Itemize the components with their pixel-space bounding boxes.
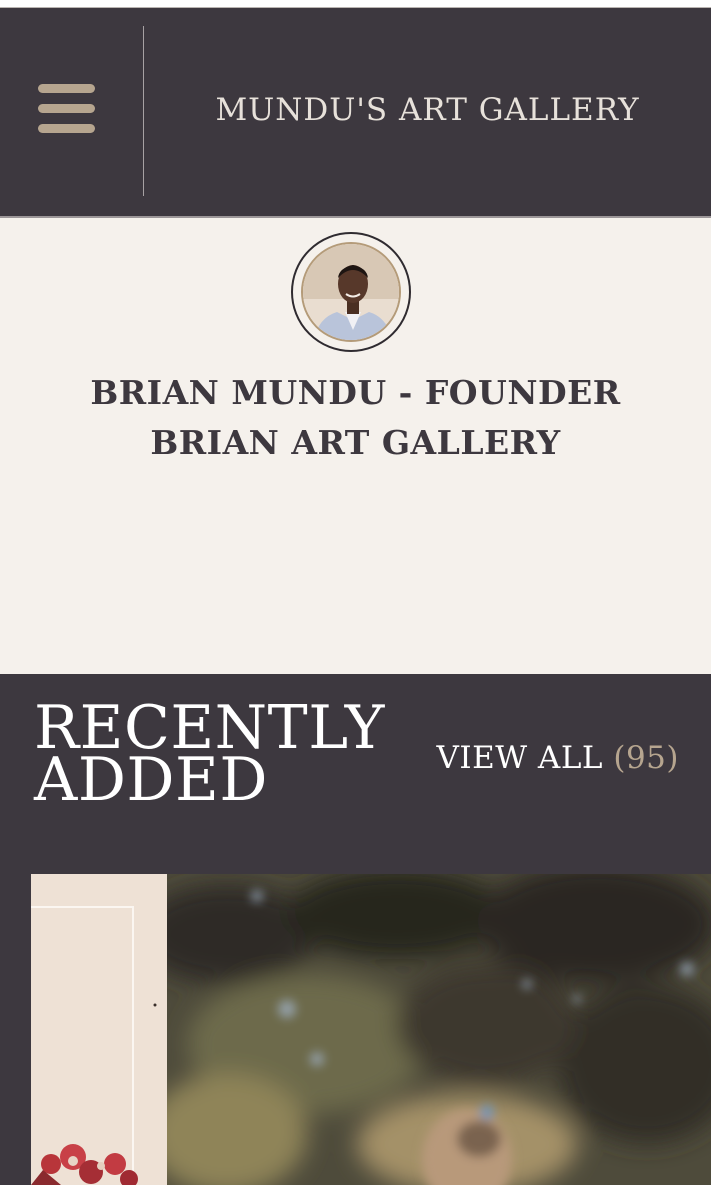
- avatar-image: [303, 244, 399, 340]
- menu-bar: [38, 104, 95, 113]
- founder-name: BRIAN MUNDU - FOUNDER: [90, 373, 621, 412]
- recently-added-section: RECENTLY ADDED VIEW ALL (95): [0, 674, 711, 1185]
- hamburger-menu-icon[interactable]: [38, 84, 96, 134]
- artwork-image: [167, 874, 711, 1185]
- section-title-line2: ADDED: [34, 745, 268, 815]
- browser-top-strip: [0, 0, 711, 8]
- site-header: MUNDU'S ART GALLERY: [0, 8, 711, 218]
- menu-bar: [38, 124, 95, 133]
- artwork-card[interactable]: [31, 874, 167, 1185]
- site-title[interactable]: MUNDU'S ART GALLERY: [190, 92, 665, 128]
- view-all-label: VIEW ALL: [436, 740, 603, 776]
- view-all-count: (95): [613, 740, 679, 776]
- view-all-link[interactable]: VIEW ALL (95): [436, 740, 679, 776]
- avatar-photo: [301, 242, 401, 342]
- section-title: RECENTLY ADDED: [34, 698, 385, 810]
- artwork-carousel[interactable]: [31, 874, 711, 1185]
- gallery-name: BRIAN ART GALLERY: [150, 423, 561, 462]
- avatar: [291, 232, 411, 352]
- founder-profile: BRIAN MUNDU - FOUNDER BRIAN ART GALLERY: [0, 218, 711, 674]
- artwork-image: [31, 1003, 157, 1185]
- header-divider: [143, 26, 144, 196]
- artwork-card[interactable]: [167, 874, 711, 1185]
- menu-bar: [38, 84, 95, 93]
